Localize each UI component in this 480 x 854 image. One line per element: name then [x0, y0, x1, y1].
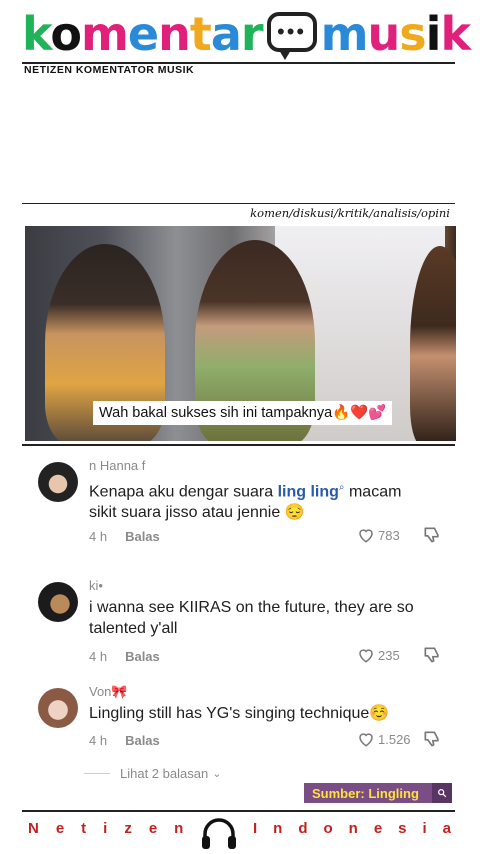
view-replies-label: Lihat 2 balasan — [120, 766, 209, 781]
chevron-down-icon: ⌄ — [212, 768, 222, 780]
tagline: NETIZEN KOMENTATOR MUSIK — [24, 64, 195, 76]
comment-meta: 4 h Balas — [89, 529, 160, 544]
logo-letter: m — [80, 7, 129, 61]
comment-meta: 4 h Balas — [89, 733, 160, 748]
video-caption: Wah bakal sukses sih ini tampaknya🔥❤️💕 — [93, 401, 393, 425]
comment-username[interactable]: ki• — [89, 578, 103, 593]
logo-word-komentar: komentar — [22, 6, 264, 62]
like-count: 1.526 — [378, 731, 411, 747]
divider — [22, 810, 455, 812]
search-icon[interactable] — [432, 783, 452, 803]
comment-meta: 4 h Balas — [89, 649, 160, 664]
comment-text-part: Kenapa aku dengar suara — [89, 483, 278, 501]
divider — [22, 444, 455, 446]
like-button[interactable]: 1.526 — [357, 730, 411, 748]
reply-button[interactable]: Balas — [125, 529, 160, 544]
like-button[interactable]: 235 — [357, 646, 400, 664]
logo-letter: t — [189, 7, 212, 61]
comment-username[interactable]: n Hanna f — [89, 458, 145, 473]
logo-letter: u — [367, 7, 401, 61]
logo-letter: i — [425, 7, 442, 61]
dislike-button[interactable] — [422, 729, 442, 754]
chat-bubble-icon: ••• — [266, 12, 317, 60]
avatar[interactable] — [38, 688, 78, 728]
thumbs-down-icon — [424, 731, 439, 747]
thumbs-down-icon — [424, 647, 439, 663]
footer: Netizen Indonesia — [0, 816, 480, 849]
heart-icon — [359, 649, 373, 663]
heart-icon — [359, 529, 373, 543]
logo-letter: o — [50, 7, 82, 61]
like-count: 235 — [378, 647, 400, 663]
comment-time: 4 h — [89, 733, 108, 748]
logo-letter: a — [210, 7, 242, 61]
logo-letter: m — [320, 7, 369, 61]
comment-username[interactable]: Von🎀 — [89, 684, 128, 700]
logo-letter: k — [22, 7, 51, 61]
heart-icon — [359, 733, 373, 747]
comment-time: 4 h — [89, 529, 108, 544]
avatar[interactable] — [38, 462, 78, 502]
divider — [22, 203, 455, 204]
dislike-button[interactable] — [422, 525, 442, 550]
dislike-button[interactable] — [422, 645, 442, 670]
footer-right-text: Indonesia — [253, 820, 468, 837]
like-button[interactable]: 783 — [357, 526, 400, 544]
logo-word-musik: musik — [320, 6, 471, 62]
logo-letter: r — [240, 7, 264, 61]
logo-letter: s — [399, 7, 426, 61]
headphones-icon — [202, 818, 236, 849]
reply-button[interactable]: Balas — [125, 649, 160, 664]
comment-time: 4 h — [89, 649, 108, 664]
category-line: komen/diskusi/kritik/analisis/opini — [250, 206, 450, 220]
logo-letter: n — [158, 7, 191, 61]
divider — [84, 773, 110, 774]
footer-left-text: Netizen — [28, 820, 201, 837]
reply-button[interactable]: Balas — [125, 733, 160, 748]
comment-text: Lingling still has YG's singing techniqu… — [89, 705, 390, 722]
source-badge: Sumber: Lingling — [304, 783, 452, 803]
logo-letter: e — [127, 7, 159, 61]
logo-letter: k — [440, 7, 471, 61]
thumbs-down-icon — [424, 527, 439, 543]
comment-text: i wanna see KIIRAS on the future, they a… — [89, 599, 414, 637]
comment-text: Kenapa aku dengar suara ling ling⌕ macam… — [89, 477, 424, 523]
view-replies-button[interactable]: Lihat 2 balasan ⌄ — [84, 766, 221, 781]
like-count: 783 — [378, 527, 400, 543]
source-label: Sumber: Lingling — [312, 785, 419, 801]
app-logo: komentar ••• musik — [22, 6, 471, 62]
avatar[interactable] — [38, 582, 78, 622]
search-link[interactable]: ling ling — [278, 483, 339, 500]
